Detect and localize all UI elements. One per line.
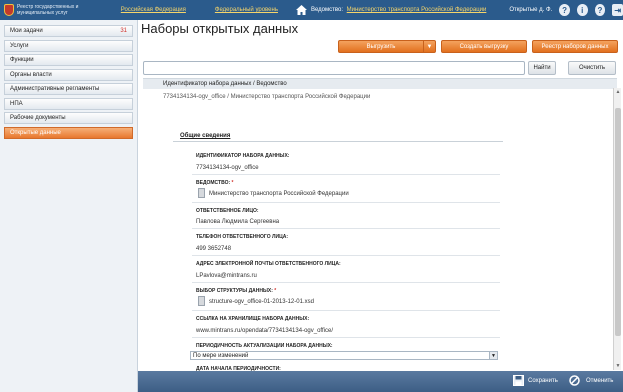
divider — [192, 255, 500, 256]
logo-text: Реестр государственных и муниципальных у… — [17, 4, 79, 16]
save-icon[interactable] — [513, 375, 524, 386]
document-icon — [198, 296, 205, 306]
link-federal-level[interactable]: Федеральный уровень — [215, 7, 278, 13]
sidebar-item-label: Открытые данные — [10, 129, 61, 136]
breadcrumb-header: Идентификатор набора данных / Ведомство — [143, 78, 617, 89]
responsible-value: Павлова Людмила Сергеевна — [196, 219, 280, 225]
find-button[interactable]: Найти — [528, 61, 556, 75]
search-input[interactable] — [143, 61, 525, 75]
help-icon[interactable]: ? — [559, 4, 570, 16]
divider — [192, 337, 500, 338]
main-content: Наборы открытых данных Выгрузить ▼ Созда… — [139, 20, 623, 372]
cancel-button[interactable]: Отменить — [586, 378, 613, 384]
user-name[interactable]: Открытые д. Ф. — [509, 7, 552, 13]
cancel-icon[interactable] — [569, 375, 580, 386]
sidebar-item-my-tasks[interactable]: Мои задачи 31 — [4, 25, 133, 37]
vertical-scrollbar[interactable]: ▲ ▼ — [613, 88, 621, 370]
sidebar-item-label: Рабочие документы — [10, 115, 66, 121]
document-icon — [198, 188, 205, 198]
info-icon[interactable]: i — [576, 4, 588, 16]
divider — [192, 310, 500, 311]
upload-button[interactable]: Выгрузить — [338, 40, 424, 53]
task-count-badge: 31 — [120, 28, 127, 34]
dataset-id-label: Идентификатор набора данных: — [196, 153, 290, 159]
dataset-form: Общие сведения Идентификатор набора данн… — [143, 108, 615, 372]
email-label: Адрес электронной почты ответственного л… — [196, 261, 341, 267]
sidebar-item-work-documents[interactable]: Рабочие документы — [4, 112, 133, 124]
department-label: Ведомство: — [310, 7, 343, 13]
department-value[interactable]: Министерство транспорта Российской Федер… — [347, 7, 487, 13]
logo[interactable]: Реестр государственных и муниципальных у… — [0, 0, 121, 20]
responsible-label: Ответственное лицо: — [196, 208, 259, 214]
phone-label: Телефон ответственного лица: — [196, 234, 289, 240]
sidebar-item-label: НПА — [10, 100, 23, 107]
create-upload-button[interactable]: Создать выгрузку — [441, 40, 527, 53]
link-label: Ссылка на хранилище набора данных: — [196, 316, 310, 322]
sidebar-item-regulations[interactable]: Административные регламенты — [4, 83, 133, 95]
scroll-thumb[interactable] — [615, 108, 621, 336]
link-russian-federation[interactable]: Российская Федерация — [121, 7, 186, 13]
emblem-icon — [4, 4, 14, 16]
sidebar-item-label: Административные регламенты — [10, 86, 100, 92]
section-title: Общие сведения — [180, 133, 231, 139]
sidebar-item-label: Услуги — [10, 42, 29, 49]
sidebar-item-label: Функции — [10, 57, 34, 63]
question-icon[interactable]: ? — [594, 4, 606, 16]
sidebar-item-open-data[interactable]: Открытые данные — [4, 126, 133, 139]
clear-button[interactable]: Очистить — [568, 61, 616, 75]
phone-value: 499 3652748 — [196, 246, 232, 252]
periodicity-label: Периодичность актуализации набора данных… — [196, 343, 333, 349]
sidebar-item-functions[interactable]: Функции — [4, 54, 133, 66]
save-button[interactable]: Сохранить — [528, 378, 558, 384]
department-field-label: Ведомство: * — [196, 180, 234, 186]
structure-value[interactable]: structure-ogv_office-01-2013-12-01.xsd — [209, 299, 314, 305]
department-selector[interactable]: Ведомство: Министерство транспорта Росси… — [311, 7, 486, 13]
department-field-value[interactable]: Министерство транспорта Российской Федер… — [209, 191, 349, 197]
sidebar-item-npa[interactable]: НПА — [4, 97, 133, 110]
divider — [192, 174, 500, 175]
breadcrumb: 7734134134-ogv_office / Министерство тра… — [163, 94, 371, 100]
registry-button[interactable]: Реестр наборов данных — [532, 40, 618, 53]
dataset-id-value: 7734134134-ogv_office — [196, 165, 259, 171]
sidebar-footer — [0, 371, 138, 392]
sidebar-item-label: Органы власти — [10, 71, 52, 78]
logout-icon[interactable]: ⇥ — [612, 4, 623, 16]
home-icon[interactable] — [295, 5, 307, 15]
divider — [192, 282, 500, 283]
divider — [192, 228, 500, 229]
upload-dropdown-toggle[interactable]: ▼ — [423, 40, 436, 53]
top-bar: Реестр государственных и муниципальных у… — [0, 0, 623, 20]
chevron-down-icon: ▼ — [426, 43, 433, 50]
email-value: LPavlova@mintrans.ru — [196, 273, 257, 279]
section-divider — [173, 141, 503, 142]
action-bar: Сохранить Отменить — [138, 371, 623, 392]
structure-label: Выбор структуры данных: * — [196, 288, 277, 294]
divider — [192, 202, 500, 203]
chevron-down-icon[interactable]: ▼ — [489, 352, 497, 359]
scroll-up-icon[interactable]: ▲ — [614, 88, 622, 96]
periodicity-value: По мере изменений — [193, 352, 249, 359]
page-title: Наборы открытых данных — [141, 21, 299, 36]
sidebar-item-label: Мои задачи — [10, 28, 43, 34]
sidebar-item-services[interactable]: Услуги — [4, 39, 133, 52]
scroll-down-icon[interactable]: ▼ — [614, 362, 622, 370]
periodicity-select[interactable]: По мере изменений ▼ — [190, 351, 498, 360]
sidebar: Мои задачи 31 Услуги Функции Органы влас… — [0, 20, 138, 372]
link-value: www.mintrans.ru/opendata/7734134134-ogv_… — [196, 328, 333, 334]
sidebar-item-authorities[interactable]: Органы власти — [4, 68, 133, 81]
